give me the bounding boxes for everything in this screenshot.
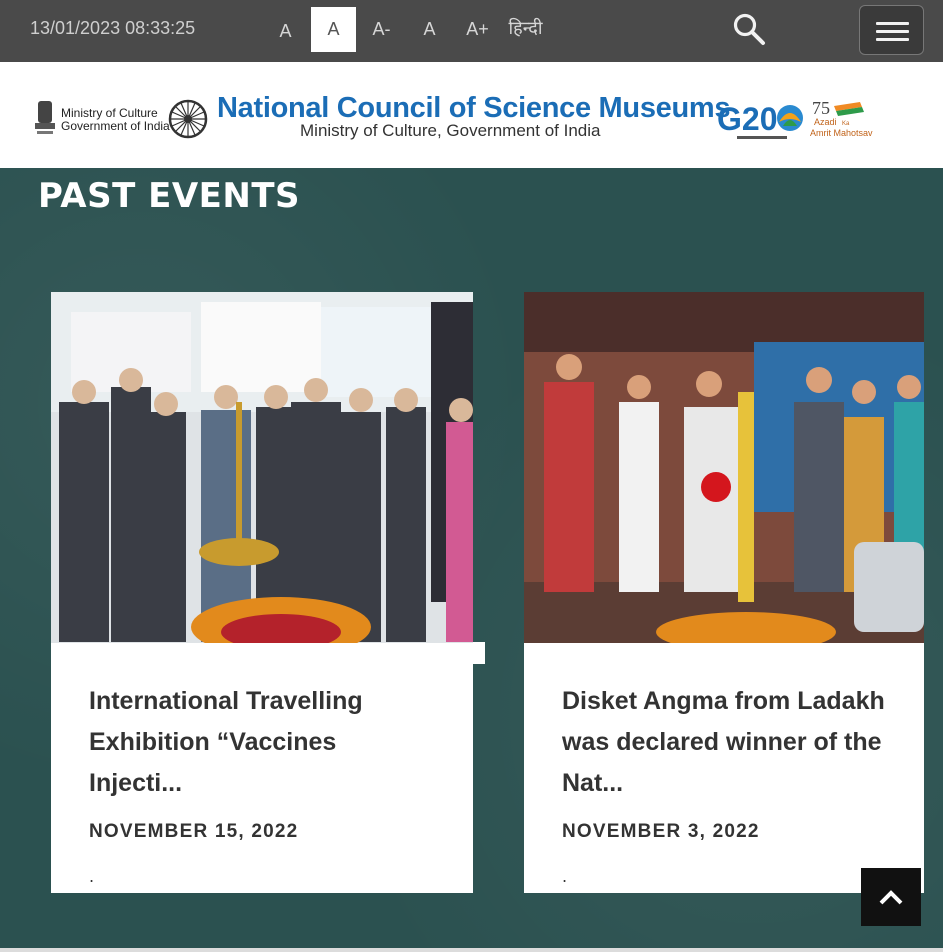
search-icon[interactable]: [732, 12, 766, 46]
top-bar: 13/01/2023 08:33:25 A A A- A A+ हिन्दी: [0, 0, 943, 62]
ashoka-chakra-icon: [168, 99, 208, 139]
azadi-line-3: Amrit Mahotsav: [810, 128, 873, 138]
event-excerpt: .: [562, 867, 568, 886]
date-time: 13/01/2023 08:33:25: [30, 18, 196, 38]
national-emblem-icon: [35, 101, 55, 134]
event-photo-image: [524, 292, 924, 643]
g20-logo-icon: G20: [717, 101, 803, 139]
font-size-default-button[interactable]: A: [263, 9, 308, 54]
hamburger-line: [876, 38, 909, 41]
font-size-increase-button[interactable]: A+: [455, 7, 500, 52]
event-photo-image: [51, 292, 473, 643]
event-date: NOVEMBER 3, 2022: [562, 821, 760, 842]
event-photo[interactable]: [524, 292, 924, 643]
azadi-line-2: Ka: [842, 121, 850, 127]
azadi-line-1: Azadi: [814, 117, 837, 127]
event-title[interactable]: Disket Angma from Ladakh was declared wi…: [562, 681, 902, 804]
font-size-decrease-button[interactable]: A-: [359, 7, 404, 52]
org-subtitle: Ministry of Culture, Government of India: [300, 121, 601, 140]
hamburger-menu-button[interactable]: [859, 5, 924, 55]
site-header: Ministry of Culture Government of India …: [0, 62, 943, 168]
footer-divider: [0, 948, 943, 952]
event-date: NOVEMBER 15, 2022: [89, 821, 299, 842]
section-title: PAST EVENTS: [38, 176, 301, 216]
back-to-top-button[interactable]: [861, 868, 921, 926]
g20-logo-text: G20: [717, 101, 777, 137]
event-card[interactable]: Disket Angma from Ladakh was declared wi…: [524, 292, 924, 893]
azadi-ka-amrit-mahotsav-logo-icon: 75 Azadi Ka Amrit Mahotsav: [810, 98, 873, 138]
event-title[interactable]: International Travelling Exhibition “Vac…: [89, 681, 429, 804]
event-photo[interactable]: [51, 292, 473, 643]
event-card[interactable]: International Travelling Exhibition “Vac…: [51, 292, 473, 893]
svg-text:75: 75: [812, 98, 830, 118]
language-hindi-link[interactable]: हिन्दी: [503, 5, 548, 50]
font-size-normal-button[interactable]: A: [311, 7, 356, 52]
event-excerpt: .: [89, 867, 95, 886]
font-size-reset-button[interactable]: A: [407, 7, 452, 52]
chevron-up-icon: [879, 890, 903, 905]
hamburger-icon: [876, 22, 909, 25]
carousel-handle[interactable]: [473, 642, 485, 664]
ministry-label: Ministry of Culture Government of India: [61, 107, 170, 133]
ministry-line-2: Government of India: [61, 119, 170, 133]
hamburger-line: [876, 30, 909, 33]
